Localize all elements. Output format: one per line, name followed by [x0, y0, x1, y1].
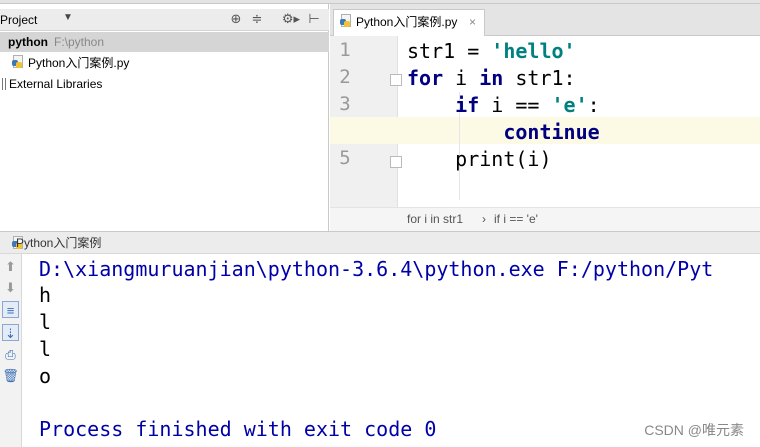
console-output: h	[39, 283, 52, 307]
breadcrumb-item-if[interactable]: if i == 'e'	[494, 208, 538, 231]
console-output: l	[39, 310, 52, 334]
tree-item-external-libraries[interactable]: External Libraries	[0, 74, 329, 94]
hide-panel-icon[interactable]: ⊢	[305, 10, 323, 28]
print-icon[interactable]: ⎙	[2, 346, 19, 363]
line-number: 1	[339, 39, 351, 61]
line-number: 5	[339, 147, 351, 169]
breadcrumb-item-for[interactable]: for i in str1	[407, 208, 463, 231]
arrow-down-icon[interactable]: ⬇	[2, 279, 19, 296]
tab-python-file[interactable]: Python入门案例.py ×	[333, 9, 485, 36]
tab-label: Python入门案例.py	[356, 15, 458, 29]
library-icon	[2, 78, 7, 90]
python-file-icon	[12, 55, 24, 69]
code-editor: Python入门案例.py × 1 2 3 4 5 str1 = 'hello'…	[330, 4, 760, 231]
run-config-tab[interactable]: Python入门案例	[16, 232, 101, 254]
run-panel-header: Python入门案例	[0, 231, 760, 254]
code-line-5: print(i)	[407, 147, 552, 171]
trash-icon[interactable]: 🗑	[2, 367, 19, 384]
code-area[interactable]: str1 = 'hello' for i in str1: if i == 'e…	[330, 36, 760, 207]
locate-icon[interactable]: ⊕	[227, 10, 245, 28]
tree-file-label: Python入门案例.py	[28, 56, 130, 70]
project-root-name: python	[8, 35, 48, 49]
project-root-path: F:\python	[54, 35, 105, 49]
scroll-to-end-icon[interactable]: ⇣	[2, 324, 19, 341]
console-output: o	[39, 364, 52, 388]
collapse-all-icon[interactable]: ≑	[248, 10, 266, 28]
breadcrumb-separator: ›	[482, 212, 486, 226]
breadcrumb: for i in str1 › if i == 'e'	[330, 207, 760, 231]
run-console[interactable]: D:\xiangmuruanjian\python-3.6.4\python.e…	[22, 254, 760, 447]
arrow-up-icon[interactable]: ⬆	[2, 258, 19, 275]
code-line-2: for i in str1:	[407, 66, 576, 90]
tree-libraries-label: External Libraries	[9, 77, 103, 91]
code-line-1: str1 = 'hello'	[407, 39, 576, 63]
soft-wrap-icon[interactable]: ≡	[2, 301, 19, 318]
chevron-down-icon[interactable]: ▼	[63, 12, 73, 23]
run-side-toolbar: ⬆ ⬇ ≡ ⇣ ⎙ 🗑	[0, 254, 22, 447]
code-line-3: if i == 'e':	[455, 93, 600, 117]
line-number: 3	[339, 93, 351, 115]
tree-item-python-file[interactable]: Python入门案例.py	[0, 53, 329, 73]
tree-item-project-root[interactable]: python F:\python	[0, 32, 329, 52]
line-number: 2	[339, 66, 351, 88]
python-file-icon	[340, 14, 352, 28]
project-toolbar: Project ▼ ⊕ ≑ ⚙▸ ⊢	[0, 9, 329, 31]
project-panel: Project ▼ ⊕ ≑ ⚙▸ ⊢ python F:\python Pytho…	[0, 4, 329, 231]
console-exit-message: Process finished with exit code 0	[39, 417, 437, 441]
watermark: CSDN @唯元素	[644, 422, 744, 438]
project-view-selector[interactable]: Project	[0, 13, 37, 27]
console-command: D:\xiangmuruanjian\python-3.6.4\python.e…	[39, 257, 714, 281]
console-output: l	[39, 337, 52, 361]
editor-tab-bar: Python入门案例.py ×	[330, 4, 760, 36]
close-icon[interactable]: ×	[469, 10, 476, 34]
gear-icon[interactable]: ⚙▸	[279, 10, 303, 28]
code-line-4: continue	[503, 120, 600, 144]
